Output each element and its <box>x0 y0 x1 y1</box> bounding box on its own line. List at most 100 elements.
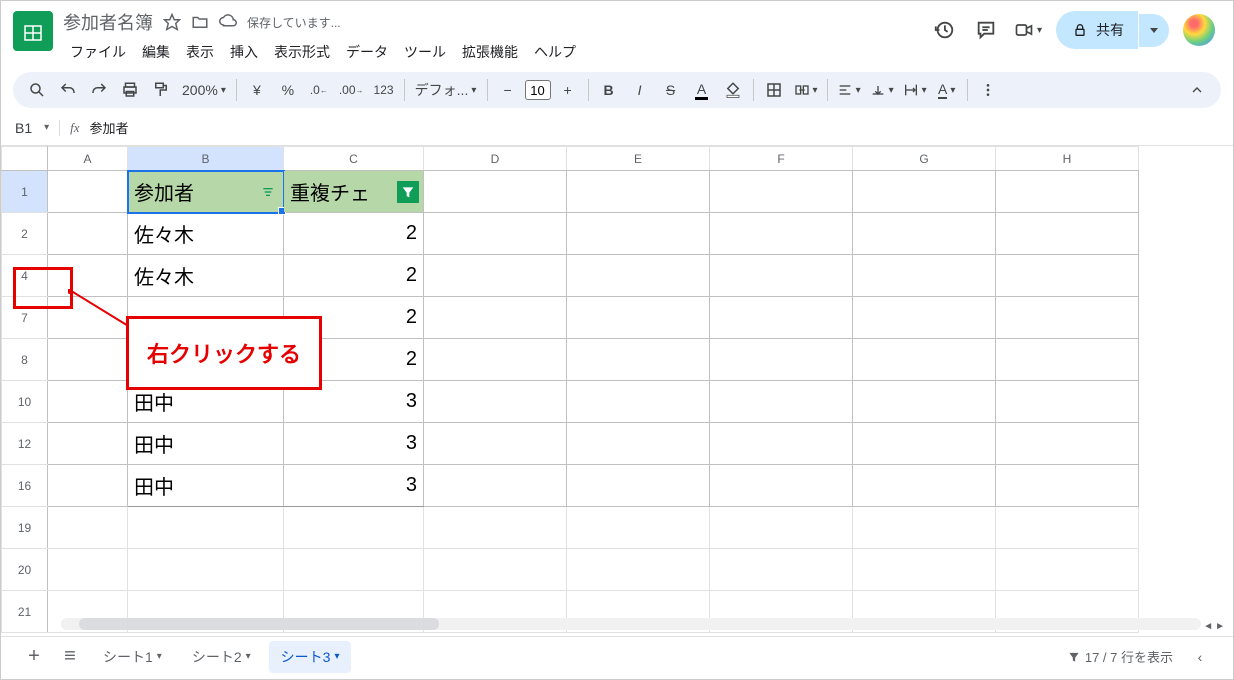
strikethrough-icon[interactable]: S <box>657 76 685 104</box>
cell[interactable] <box>48 381 128 423</box>
select-all-corner[interactable] <box>2 147 48 171</box>
document-title[interactable]: 参加者名簿 <box>63 9 153 35</box>
row-header[interactable]: 2 <box>2 213 48 255</box>
row-header[interactable]: 7 <box>2 297 48 339</box>
sheet-tab-3[interactable]: シート3▾ <box>269 641 352 673</box>
paint-format-icon[interactable] <box>147 76 175 104</box>
col-header-A[interactable]: A <box>48 147 128 171</box>
font-size-input[interactable] <box>525 80 551 100</box>
name-box[interactable]: B1 <box>15 120 49 136</box>
profile-avatar[interactable] <box>1183 14 1215 46</box>
collapse-toolbar-icon[interactable] <box>1183 76 1211 104</box>
col-header-H[interactable]: H <box>996 147 1139 171</box>
cloud-status-icon[interactable] <box>219 13 237 31</box>
sheets-logo[interactable] <box>13 11 53 51</box>
cell[interactable]: 2 <box>284 297 424 339</box>
increase-font-icon[interactable]: + <box>554 76 582 104</box>
explore-collapse-icon[interactable]: ‹ <box>1185 642 1215 672</box>
align-horizontal-icon[interactable] <box>834 76 864 104</box>
decrease-font-icon[interactable]: − <box>494 76 522 104</box>
cell[interactable]: 2 <box>284 213 424 255</box>
menu-format[interactable]: 表示形式 <box>267 38 337 66</box>
fill-color-icon[interactable] <box>719 76 747 104</box>
cell[interactable]: 田中 <box>128 423 284 465</box>
col-header-E[interactable]: E <box>567 147 710 171</box>
text-wrap-icon[interactable] <box>900 76 930 104</box>
col-header-D[interactable]: D <box>424 147 567 171</box>
undo-icon[interactable] <box>54 76 82 104</box>
borders-icon[interactable] <box>760 76 788 104</box>
cell[interactable] <box>424 171 567 213</box>
italic-icon[interactable]: I <box>626 76 654 104</box>
cell[interactable] <box>48 171 128 213</box>
menu-tools[interactable]: ツール <box>397 38 453 66</box>
filter-sort-icon[interactable] <box>257 181 279 203</box>
more-toolbar-icon[interactable] <box>974 76 1002 104</box>
align-vertical-icon[interactable] <box>867 76 897 104</box>
row-header[interactable]: 12 <box>2 423 48 465</box>
menu-edit[interactable]: 編集 <box>135 38 177 66</box>
merge-cells-icon[interactable] <box>791 76 821 104</box>
cell[interactable]: 3 <box>284 465 424 507</box>
row-header[interactable]: 4 <box>2 255 48 297</box>
col-header-B[interactable]: B <box>128 147 284 171</box>
cell[interactable] <box>48 213 128 255</box>
bold-icon[interactable]: B <box>595 76 623 104</box>
col-header-C[interactable]: C <box>284 147 424 171</box>
comment-icon[interactable] <box>972 16 1000 44</box>
redo-icon[interactable] <box>85 76 113 104</box>
star-icon[interactable] <box>163 13 181 31</box>
cell[interactable] <box>48 423 128 465</box>
cell[interactable]: 2 <box>284 255 424 297</box>
history-icon[interactable] <box>930 16 958 44</box>
decrease-decimal-icon[interactable]: .0← <box>305 76 333 104</box>
more-formats-icon[interactable]: 123 <box>370 76 398 104</box>
row-header[interactable]: 16 <box>2 465 48 507</box>
cell[interactable]: 田中 <box>128 381 284 423</box>
row-header[interactable]: 10 <box>2 381 48 423</box>
cell[interactable] <box>48 297 128 339</box>
print-icon[interactable] <box>116 76 144 104</box>
cell[interactable] <box>128 339 284 381</box>
menu-help[interactable]: ヘルプ <box>527 38 583 66</box>
row-header[interactable]: 21 <box>2 591 48 633</box>
cell-B1[interactable]: 参加者 <box>128 171 284 213</box>
text-rotation-icon[interactable]: A <box>933 76 961 104</box>
cell[interactable]: 佐々木 <box>128 255 284 297</box>
menu-extensions[interactable]: 拡張機能 <box>455 38 525 66</box>
search-icon[interactable] <box>23 76 51 104</box>
scroll-arrows[interactable]: ◄► <box>1203 621 1225 632</box>
col-header-G[interactable]: G <box>853 147 996 171</box>
cell[interactable] <box>710 171 853 213</box>
sheet-tab-2[interactable]: シート2▾ <box>180 641 263 673</box>
menu-file[interactable]: ファイル <box>63 38 133 66</box>
cell-C1[interactable]: 重複チェ <box>284 171 424 213</box>
horizontal-scrollbar[interactable] <box>61 618 1201 630</box>
cell[interactable] <box>996 171 1139 213</box>
cell[interactable]: 田中 <box>128 465 284 507</box>
filter-active-icon[interactable] <box>397 181 419 203</box>
percent-icon[interactable]: % <box>274 76 302 104</box>
share-dropdown[interactable] <box>1139 14 1169 47</box>
cell[interactable] <box>853 171 996 213</box>
row-header[interactable]: 1 <box>2 171 48 213</box>
row-header[interactable]: 19 <box>2 507 48 549</box>
share-button[interactable]: 共有 <box>1056 11 1138 49</box>
filter-status[interactable]: 17 / 7 行を表示 <box>1067 647 1173 666</box>
cell[interactable] <box>567 171 710 213</box>
row-header[interactable]: 8 <box>2 339 48 381</box>
cell[interactable] <box>48 339 128 381</box>
cell[interactable] <box>48 255 128 297</box>
currency-yen-icon[interactable]: ¥ <box>243 76 271 104</box>
spreadsheet-grid[interactable]: A B C D E F G H 1 参加者 重複チェ 2佐々木2 4佐々木2 7… <box>1 146 1139 633</box>
move-folder-icon[interactable] <box>191 13 209 31</box>
cell[interactable]: 2 <box>284 339 424 381</box>
row-header[interactable]: 20 <box>2 549 48 591</box>
font-select[interactable]: デフォ... <box>411 76 481 104</box>
cell[interactable] <box>128 297 284 339</box>
increase-decimal-icon[interactable]: .00→ <box>336 76 367 104</box>
cell[interactable] <box>48 465 128 507</box>
formula-bar[interactable]: 参加者 <box>90 118 129 137</box>
menu-insert[interactable]: 挿入 <box>223 38 265 66</box>
cell[interactable]: 3 <box>284 423 424 465</box>
